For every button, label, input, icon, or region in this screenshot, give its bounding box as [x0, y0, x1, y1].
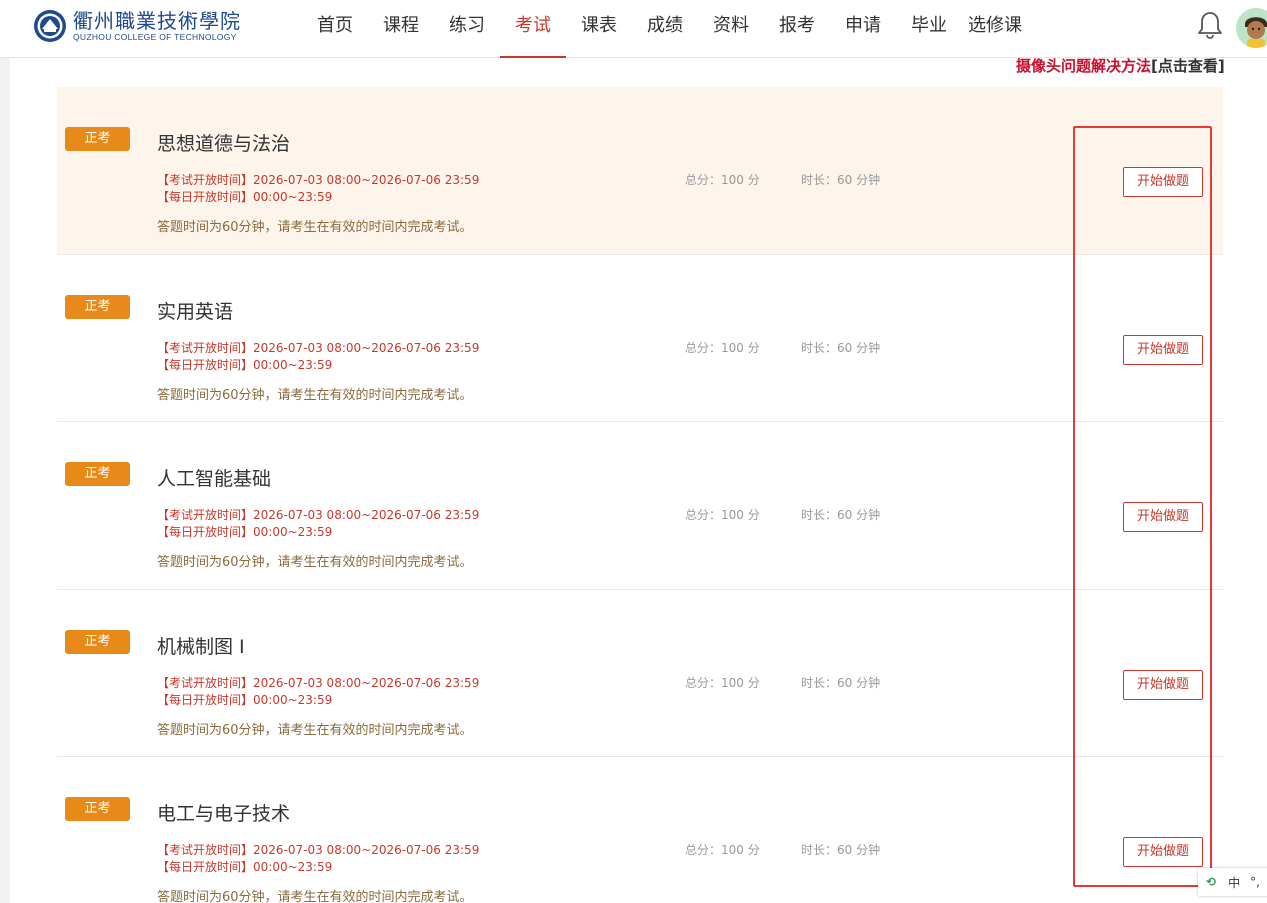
ime-toolbar[interactable]: ⟲ 中 °,	[1198, 868, 1267, 896]
exam-duration: 时长：60 分钟	[801, 843, 881, 857]
ime-icon: ⟲	[1206, 875, 1217, 889]
camera-help-notice[interactable]: 摄像头问题解决方法[点击查看]	[1016, 55, 1225, 76]
nav-exams[interactable]: 考试	[500, 0, 566, 58]
exam-title: 人工智能基础	[157, 468, 272, 490]
exam-daily-time: 【每日开放时间】00:00~23:59	[157, 692, 333, 707]
exam-description: 答题时间为60分钟，请考生在有效的时间内完成考试。	[157, 890, 473, 903]
start-exam-button[interactable]: 开始做题	[1123, 502, 1203, 532]
exam-daily-time: 【每日开放时间】00:00~23:59	[157, 860, 333, 874]
exam-card: 正考 电工与电子技术 【考试开放时间】2026-07-03 08:00~2026…	[57, 757, 1223, 903]
college-logo[interactable]: 衢州職業技術學院 QUZHOU COLLEGE OF TECHNOLOGY	[33, 8, 241, 44]
exam-type-badge: 正考	[65, 797, 130, 821]
exam-description: 答题时间为60分钟，请考生在有效的时间内完成考试。	[157, 387, 473, 403]
exam-total-score: 总分：100 分	[685, 675, 760, 690]
start-exam-button[interactable]: 开始做题	[1123, 167, 1203, 197]
exam-description: 答题时间为60分钟，请考生在有效的时间内完成考试。	[157, 555, 473, 570]
nav-registration[interactable]: 报考	[764, 0, 830, 58]
start-exam-button[interactable]: 开始做题	[1123, 837, 1203, 867]
nav-home[interactable]: 首页	[302, 0, 368, 58]
nav-applications[interactable]: 申请	[830, 0, 896, 58]
exam-description: 答题时间为60分钟，请考生在有效的时间内完成考试。	[157, 722, 473, 738]
left-scroll-rail	[0, 58, 10, 903]
exam-total-score: 总分：100 分	[685, 340, 760, 355]
exam-duration: 时长：60 分钟	[801, 173, 881, 187]
exam-duration: 时长：60 分钟	[801, 340, 881, 355]
exam-title: 电工与电子技术	[157, 803, 291, 825]
exam-open-time: 【考试开放时间】2026-07-03 08:00~2026-07-06 23:5…	[157, 843, 480, 857]
exam-open-time: 【考试开放时间】2026-07-03 08:00~2026-07-06 23:5…	[157, 508, 480, 522]
logo-english-name: QUZHOU COLLEGE OF TECHNOLOGY	[73, 32, 237, 42]
exam-open-time: 【考试开放时间】2026-07-03 08:00~2026-07-06 23:5…	[157, 340, 480, 355]
start-exam-button[interactable]: 开始做题	[1123, 334, 1203, 365]
nav-graduation[interactable]: 毕业	[896, 0, 962, 58]
logo-chinese-name: 衢州職業技術學院	[73, 9, 241, 33]
nav-courses[interactable]: 课程	[368, 0, 434, 58]
exam-open-time: 【考试开放时间】2026-07-03 08:00~2026-07-06 23:5…	[157, 173, 480, 187]
exam-total-score: 总分：100 分	[685, 508, 760, 522]
exam-daily-time: 【每日开放时间】00:00~23:59	[157, 525, 333, 539]
exam-type-badge: 正考	[65, 127, 130, 151]
exam-card: 正考 实用英语 【考试开放时间】2026-07-03 08:00~2026-07…	[57, 255, 1223, 422]
ime-punctuation[interactable]: °,	[1250, 875, 1260, 889]
ime-language[interactable]: 中	[1228, 874, 1240, 891]
exam-type-badge: 正考	[65, 294, 130, 319]
exam-title: 实用英语	[157, 300, 234, 323]
exam-list: 正考 思想道德与法治 【考试开放时间】2026-07-03 08:00~2026…	[57, 87, 1223, 903]
view-details-link[interactable]: [点击查看]	[1151, 57, 1225, 75]
nav-materials[interactable]: 资料	[698, 0, 764, 58]
camera-help-link[interactable]: 摄像头问题解决方法	[1016, 57, 1151, 75]
exam-duration: 时长：60 分钟	[801, 508, 881, 522]
exam-daily-time: 【每日开放时间】00:00~23:59	[157, 357, 333, 372]
main-nav: 首页 课程 练习 考试 课表 成绩 资料 报考 申请 毕业 选修课	[302, 0, 1028, 58]
exam-total-score: 总分：100 分	[685, 843, 760, 857]
user-avatar-icon[interactable]	[1236, 8, 1267, 48]
nav-grades[interactable]: 成绩	[632, 0, 698, 58]
exam-duration: 时长：60 分钟	[801, 675, 881, 690]
exam-card: 正考 人工智能基础 【考试开放时间】2026-07-03 08:00~2026-…	[57, 422, 1223, 590]
exam-total-score: 总分：100 分	[685, 173, 760, 187]
bell-icon[interactable]	[1196, 10, 1224, 40]
nav-electives[interactable]: 选修课	[962, 0, 1028, 58]
nav-practice[interactable]: 练习	[434, 0, 500, 58]
top-header: 衢州職業技術學院 QUZHOU COLLEGE OF TECHNOLOGY 首页…	[0, 0, 1267, 58]
exam-title: 机械制图 I	[157, 635, 245, 658]
exam-daily-time: 【每日开放时间】00:00~23:59	[157, 190, 333, 204]
exam-title: 思想道德与法治	[157, 133, 291, 155]
exam-type-badge: 正考	[65, 629, 130, 654]
start-exam-button[interactable]: 开始做题	[1123, 669, 1203, 700]
exam-open-time: 【考试开放时间】2026-07-03 08:00~2026-07-06 23:5…	[157, 675, 480, 690]
exam-type-badge: 正考	[65, 462, 130, 486]
college-emblem-icon	[34, 10, 66, 42]
exam-card: 正考 机械制图 I 【考试开放时间】2026-07-03 08:00~2026-…	[57, 590, 1223, 757]
exam-description: 答题时间为60分钟，请考生在有效的时间内完成考试。	[157, 220, 473, 235]
exam-card: 正考 思想道德与法治 【考试开放时间】2026-07-03 08:00~2026…	[57, 87, 1223, 255]
nav-timetable[interactable]: 课表	[566, 0, 632, 58]
